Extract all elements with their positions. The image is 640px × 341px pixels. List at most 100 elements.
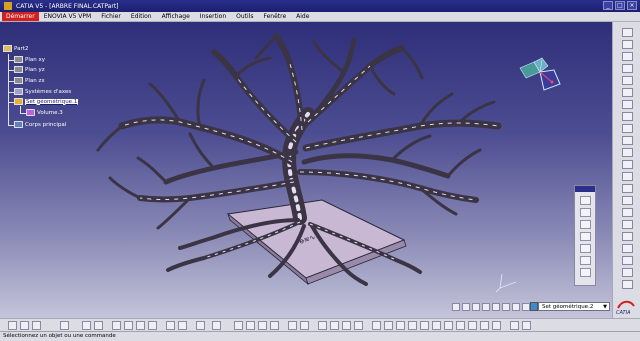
tool-button[interactable] bbox=[330, 321, 339, 330]
tool-button[interactable] bbox=[580, 256, 591, 265]
tool-button[interactable] bbox=[456, 321, 465, 330]
catia-app-icon[interactable] bbox=[4, 2, 12, 10]
tool-button[interactable] bbox=[136, 321, 145, 330]
tool-button[interactable] bbox=[234, 321, 243, 330]
tool-button[interactable] bbox=[82, 321, 91, 330]
tool-button[interactable] bbox=[580, 244, 591, 253]
tool-button[interactable] bbox=[580, 208, 591, 217]
tool-button[interactable] bbox=[622, 244, 633, 253]
tool-button[interactable] bbox=[60, 321, 69, 330]
tool-button[interactable] bbox=[482, 303, 490, 311]
tool-button[interactable] bbox=[444, 321, 453, 330]
tool-button[interactable] bbox=[112, 321, 121, 330]
tool-button[interactable] bbox=[124, 321, 133, 330]
tool-button[interactable] bbox=[354, 321, 363, 330]
tool-button[interactable] bbox=[492, 321, 501, 330]
tool-button[interactable] bbox=[622, 220, 633, 229]
tool-button[interactable] bbox=[622, 64, 633, 73]
tool-button[interactable] bbox=[288, 321, 297, 330]
tool-button[interactable] bbox=[258, 321, 267, 330]
tool-button[interactable] bbox=[622, 268, 633, 277]
tree-node-root[interactable]: Part2 bbox=[3, 45, 28, 52]
tool-button[interactable] bbox=[622, 256, 633, 265]
tool-button[interactable] bbox=[166, 321, 175, 330]
tool-button[interactable] bbox=[580, 196, 591, 205]
tool-button[interactable] bbox=[580, 268, 591, 277]
tool-button[interactable] bbox=[270, 321, 279, 330]
tool-button[interactable] bbox=[246, 321, 255, 330]
tool-button[interactable] bbox=[212, 321, 221, 330]
chevron-down-icon[interactable]: ▼ bbox=[603, 303, 607, 311]
tree-node-plan-yz[interactable]: Plan yz bbox=[14, 66, 45, 73]
tool-button[interactable] bbox=[94, 321, 103, 330]
tool-button[interactable] bbox=[622, 28, 633, 37]
menu-aide[interactable]: Aide bbox=[291, 13, 314, 20]
tool-button[interactable] bbox=[492, 303, 500, 311]
tool-button[interactable] bbox=[622, 52, 633, 61]
menu-fichier[interactable]: Fichier bbox=[96, 13, 126, 20]
tool-button[interactable] bbox=[452, 303, 460, 311]
tool-button[interactable] bbox=[20, 321, 29, 330]
tool-button[interactable] bbox=[622, 280, 633, 289]
menu-demarrer[interactable]: Démarrer bbox=[2, 12, 39, 21]
compass-icon[interactable] bbox=[516, 56, 564, 98]
minimize-button[interactable]: _ bbox=[603, 1, 613, 10]
tool-button[interactable] bbox=[384, 321, 393, 330]
menu-edition[interactable]: Edition bbox=[126, 13, 157, 20]
tool-button[interactable] bbox=[148, 321, 157, 330]
tool-button[interactable] bbox=[580, 232, 591, 241]
tree-node-main-body[interactable]: Corps principal bbox=[14, 121, 66, 128]
current-set-select[interactable]: Set géométrique.2 ▼ bbox=[538, 302, 610, 311]
close-button[interactable]: × bbox=[627, 1, 637, 10]
tool-button[interactable] bbox=[622, 148, 633, 157]
tree-node-plan-zx[interactable]: Plan zx bbox=[14, 77, 45, 84]
tool-button[interactable] bbox=[300, 321, 309, 330]
tool-button[interactable] bbox=[472, 303, 480, 311]
tool-button[interactable] bbox=[622, 124, 633, 133]
menu-fenetre[interactable]: Fenêtre bbox=[258, 13, 291, 20]
tool-button[interactable] bbox=[622, 232, 633, 241]
tree-node-plan-xy[interactable]: Plan xy bbox=[14, 56, 45, 63]
tool-button[interactable] bbox=[318, 321, 327, 330]
menu-insertion[interactable]: Insertion bbox=[195, 13, 231, 20]
tool-button[interactable] bbox=[462, 303, 470, 311]
tool-button[interactable] bbox=[522, 303, 530, 311]
tool-button[interactable] bbox=[622, 184, 633, 193]
tree-node-volume[interactable]: Volume.3 bbox=[26, 109, 63, 116]
tool-button[interactable] bbox=[512, 303, 520, 311]
tool-button[interactable] bbox=[408, 321, 417, 330]
tool-button[interactable] bbox=[622, 136, 633, 145]
tool-button[interactable] bbox=[622, 196, 633, 205]
tool-button[interactable] bbox=[32, 321, 41, 330]
tool-button[interactable] bbox=[622, 172, 633, 181]
tool-button[interactable] bbox=[622, 88, 633, 97]
tool-button[interactable] bbox=[178, 321, 187, 330]
menu-outils[interactable]: Outils bbox=[231, 13, 258, 20]
floating-toolbar-handle[interactable] bbox=[575, 186, 595, 192]
tree-node-geometric-set[interactable]: Set géométrique.1 bbox=[14, 98, 79, 105]
tool-button[interactable] bbox=[622, 100, 633, 109]
tool-button[interactable] bbox=[396, 321, 405, 330]
tool-button[interactable] bbox=[622, 76, 633, 85]
tool-button[interactable] bbox=[420, 321, 429, 330]
tool-button[interactable] bbox=[622, 40, 633, 49]
maximize-button[interactable]: □ bbox=[615, 1, 625, 10]
tool-button[interactable] bbox=[622, 208, 633, 217]
tool-button[interactable] bbox=[196, 321, 205, 330]
tool-button[interactable] bbox=[372, 321, 381, 330]
tool-button[interactable] bbox=[522, 321, 531, 330]
tool-button[interactable] bbox=[342, 321, 351, 330]
menu-enovia[interactable]: ENOVIA V5 VPM bbox=[39, 13, 97, 20]
tool-button[interactable] bbox=[580, 220, 591, 229]
tool-button[interactable] bbox=[510, 321, 519, 330]
menu-affichage[interactable]: Affichage bbox=[157, 13, 195, 20]
tool-button[interactable] bbox=[432, 321, 441, 330]
tool-button[interactable] bbox=[8, 321, 17, 330]
tool-button[interactable] bbox=[480, 321, 489, 330]
tool-button[interactable] bbox=[622, 160, 633, 169]
tool-button[interactable] bbox=[502, 303, 510, 311]
tree-node-axis-systems[interactable]: Systèmes d'axes bbox=[14, 88, 71, 95]
tool-button[interactable] bbox=[468, 321, 477, 330]
tool-button[interactable] bbox=[622, 112, 633, 121]
3d-viewport[interactable]: ꝋ≋∿ Part2 Plan xy Plan yz Plan zx Systèm… bbox=[0, 22, 612, 318]
